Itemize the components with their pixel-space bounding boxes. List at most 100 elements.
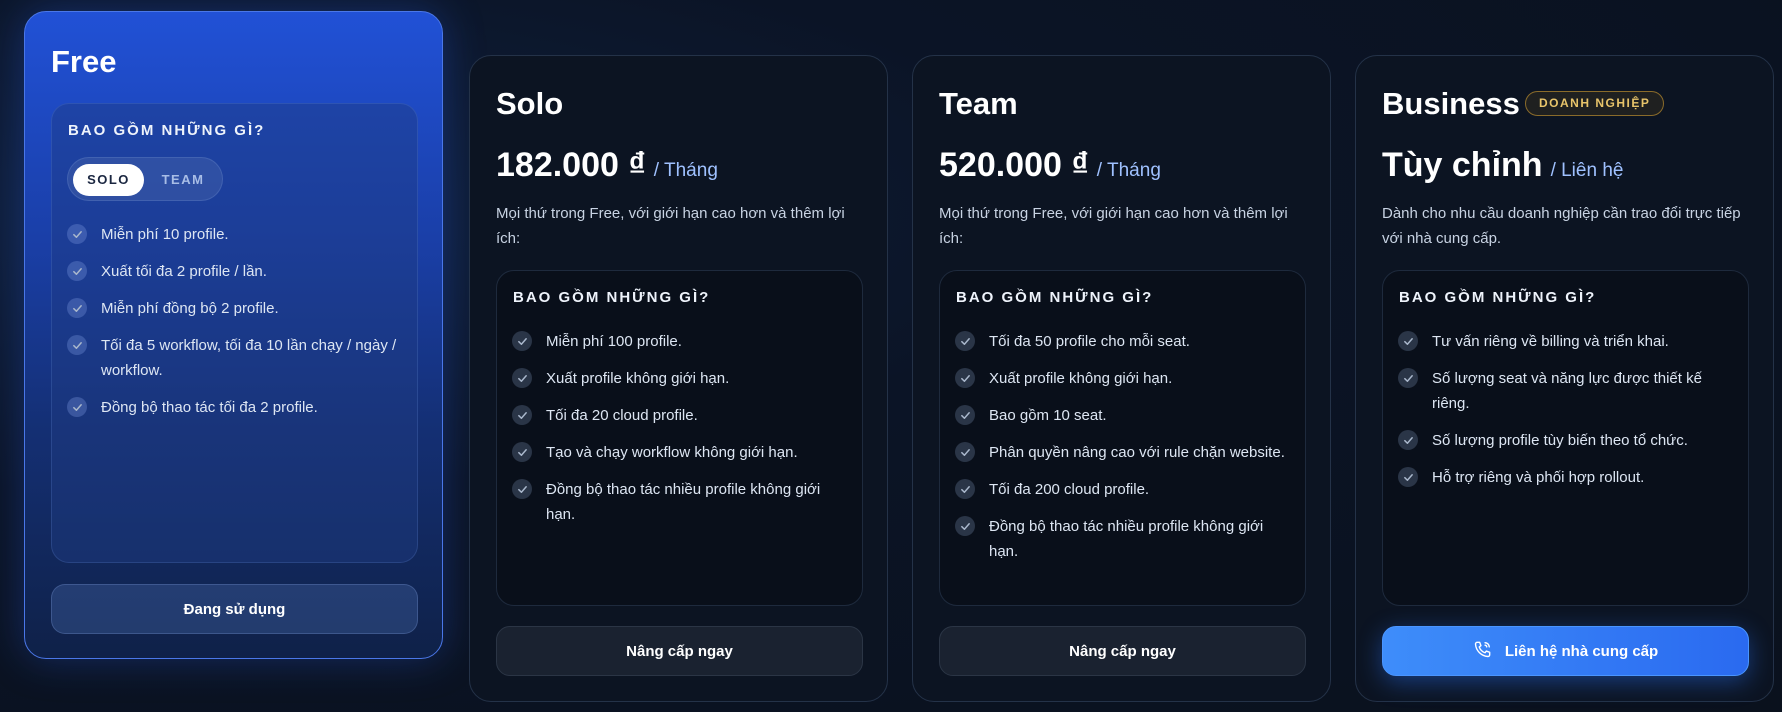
- plan-card-free: Free BAO GỒM NHỮNG GÌ? SOLO TEAM Miễn ph…: [24, 11, 443, 659]
- feature-text: Bao gồm 10 seat.: [989, 407, 1107, 424]
- feature-list: Tối đa 50 profile cho mỗi seat. Xuất pro…: [955, 329, 1295, 576]
- upgrade-button[interactable]: Nâng cấp ngay: [939, 626, 1306, 676]
- list-item: Tối đa 200 cloud profile.: [955, 477, 1295, 502]
- feature-text: Phân quyền nâng cao với rule chặn websit…: [989, 444, 1285, 461]
- list-item: Tối đa 50 profile cho mỗi seat.: [955, 329, 1295, 354]
- feature-text: Tạo và chạy workflow không giới hạn.: [546, 444, 798, 461]
- features-title: BAO GỒM NHỮNG GÌ?: [68, 122, 266, 139]
- plan-description: Dành cho nhu cầu doanh nghiệp cần trao đ…: [1382, 205, 1741, 247]
- upgrade-button[interactable]: Nâng cấp ngay: [496, 626, 863, 676]
- feature-text: Tối đa 5 workflow, tối đa 10 lần chạy / …: [101, 337, 397, 379]
- feature-text: Miễn phí đồng bộ 2 profile.: [101, 300, 279, 317]
- list-item: Đồng bộ thao tác tối đa 2 profile.: [67, 395, 407, 420]
- check-icon: [955, 516, 975, 536]
- plan-price: Tùy chỉnh: [1382, 146, 1543, 184]
- list-item: Số lượng seat và năng lực được thiết kế …: [1398, 366, 1738, 416]
- feature-text: Số lượng seat và năng lực được thiết kế …: [1432, 370, 1702, 412]
- check-icon: [67, 261, 87, 281]
- feature-text: Đồng bộ thao tác nhiều profile không giớ…: [989, 518, 1264, 560]
- check-icon: [955, 479, 975, 499]
- plan-period: / Tháng: [1096, 160, 1161, 181]
- feature-text: Xuất profile không giới hạn.: [546, 370, 730, 387]
- features-title: BAO GỒM NHỮNG GÌ?: [956, 289, 1154, 306]
- phone-icon: [1473, 639, 1493, 663]
- current-plan-button[interactable]: Đang sử dụng: [51, 584, 418, 634]
- plan-card-team: Team 520.000 ₫ / Tháng Mọi thứ trong Fre…: [912, 55, 1331, 702]
- list-item: Bao gồm 10 seat.: [955, 403, 1295, 428]
- toggle-option-solo[interactable]: SOLO: [73, 164, 144, 196]
- feature-text: Hỗ trợ riêng và phối hợp rollout.: [1432, 469, 1645, 486]
- check-icon: [955, 442, 975, 462]
- check-icon: [512, 331, 532, 351]
- list-item: Xuất profile không giới hạn.: [955, 366, 1295, 391]
- plan-description: Mọi thứ trong Free, với giới hạn cao hơn…: [496, 205, 845, 247]
- list-item: Tối đa 20 cloud profile.: [512, 403, 852, 428]
- feature-text: Đồng bộ thao tác tối đa 2 profile.: [101, 399, 318, 416]
- plan-name: Team: [939, 86, 1018, 121]
- feature-list: Miễn phí 100 profile. Xuất profile không…: [512, 329, 852, 539]
- plan-type-toggle: SOLO TEAM: [67, 157, 223, 201]
- price-row: Tùy chỉnh / Liên hệ: [1382, 146, 1623, 185]
- list-item: Xuất profile không giới hạn.: [512, 366, 852, 391]
- features-title: BAO GỒM NHỮNG GÌ?: [1399, 289, 1597, 306]
- plan-period: / Liên hệ: [1550, 160, 1624, 181]
- plan-name: Free: [51, 44, 117, 79]
- list-item: Số lượng profile tùy biến theo tổ chức.: [1398, 428, 1738, 453]
- features-box: BAO GỒM NHỮNG GÌ? Tối đa 50 profile cho …: [939, 270, 1306, 606]
- price-row: 520.000 ₫ / Tháng: [939, 146, 1161, 185]
- plan-description: Mọi thứ trong Free, với giới hạn cao hơn…: [939, 205, 1288, 247]
- feature-text: Miễn phí 100 profile.: [546, 333, 682, 350]
- feature-text: Tối đa 200 cloud profile.: [989, 481, 1150, 498]
- features-box: BAO GỒM NHỮNG GÌ? Tư vấn riêng về billin…: [1382, 270, 1749, 606]
- features-title: BAO GỒM NHỮNG GÌ?: [513, 289, 711, 306]
- list-item: Đồng bộ thao tác nhiều profile không giớ…: [955, 514, 1295, 564]
- feature-text: Tối đa 50 profile cho mỗi seat.: [989, 333, 1190, 350]
- check-icon: [67, 298, 87, 318]
- check-icon: [1398, 430, 1418, 450]
- check-icon: [955, 368, 975, 388]
- feature-text: Tối đa 20 cloud profile.: [546, 407, 698, 424]
- plan-price: 520.000 ₫: [939, 146, 1089, 184]
- list-item: Hỗ trợ riêng và phối hợp rollout.: [1398, 465, 1738, 490]
- price-row: 182.000 ₫ / Tháng: [496, 146, 718, 185]
- feature-text: Miễn phí 10 profile.: [101, 226, 229, 243]
- feature-text: Xuất profile không giới hạn.: [989, 370, 1173, 387]
- feature-text: Đồng bộ thao tác nhiều profile không giớ…: [546, 481, 821, 523]
- check-icon: [955, 331, 975, 351]
- feature-text: Tư vấn riêng về billing và triển khai.: [1432, 333, 1669, 350]
- check-icon: [67, 224, 87, 244]
- plan-card-solo: Solo 182.000 ₫ / Tháng Mọi thứ trong Fre…: [469, 55, 888, 702]
- check-icon: [1398, 368, 1418, 388]
- list-item: Phân quyền nâng cao với rule chặn websit…: [955, 440, 1295, 465]
- plan-card-business: Business DOANH NGHIỆP Tùy chỉnh / Liên h…: [1355, 55, 1774, 702]
- list-item: Miễn phí 100 profile.: [512, 329, 852, 354]
- check-icon: [512, 479, 532, 499]
- list-item: Xuất tối đa 2 profile / lần.: [67, 259, 407, 284]
- list-item: Tư vấn riêng về billing và triển khai.: [1398, 329, 1738, 354]
- check-icon: [67, 397, 87, 417]
- plan-name: Solo: [496, 86, 564, 121]
- plan-name: Business: [1382, 86, 1520, 121]
- feature-text: Số lượng profile tùy biến theo tổ chức.: [1432, 432, 1688, 449]
- features-box: BAO GỒM NHỮNG GÌ? SOLO TEAM Miễn phí 10 …: [51, 103, 418, 563]
- plan-price: 182.000 ₫: [496, 146, 646, 184]
- list-item: Miễn phí 10 profile.: [67, 222, 407, 247]
- check-icon: [67, 335, 87, 355]
- enterprise-badge: DOANH NGHIỆP: [1525, 91, 1665, 116]
- check-icon: [1398, 331, 1418, 351]
- feature-text: Xuất tối đa 2 profile / lần.: [101, 263, 267, 280]
- list-item: Miễn phí đồng bộ 2 profile.: [67, 296, 407, 321]
- check-icon: [955, 405, 975, 425]
- plan-period: / Tháng: [653, 160, 718, 181]
- contact-provider-button[interactable]: Liên hệ nhà cung cấp: [1382, 626, 1749, 676]
- check-icon: [512, 405, 532, 425]
- check-icon: [512, 368, 532, 388]
- toggle-option-team[interactable]: TEAM: [148, 164, 218, 196]
- feature-list: Tư vấn riêng về billing và triển khai. S…: [1398, 329, 1738, 502]
- check-icon: [1398, 467, 1418, 487]
- features-box: BAO GỒM NHỮNG GÌ? Miễn phí 100 profile. …: [496, 270, 863, 606]
- list-item: Đồng bộ thao tác nhiều profile không giớ…: [512, 477, 852, 527]
- check-icon: [512, 442, 532, 462]
- feature-list: Miễn phí 10 profile. Xuất tối đa 2 profi…: [67, 222, 407, 432]
- contact-button-label: Liên hệ nhà cung cấp: [1504, 642, 1659, 660]
